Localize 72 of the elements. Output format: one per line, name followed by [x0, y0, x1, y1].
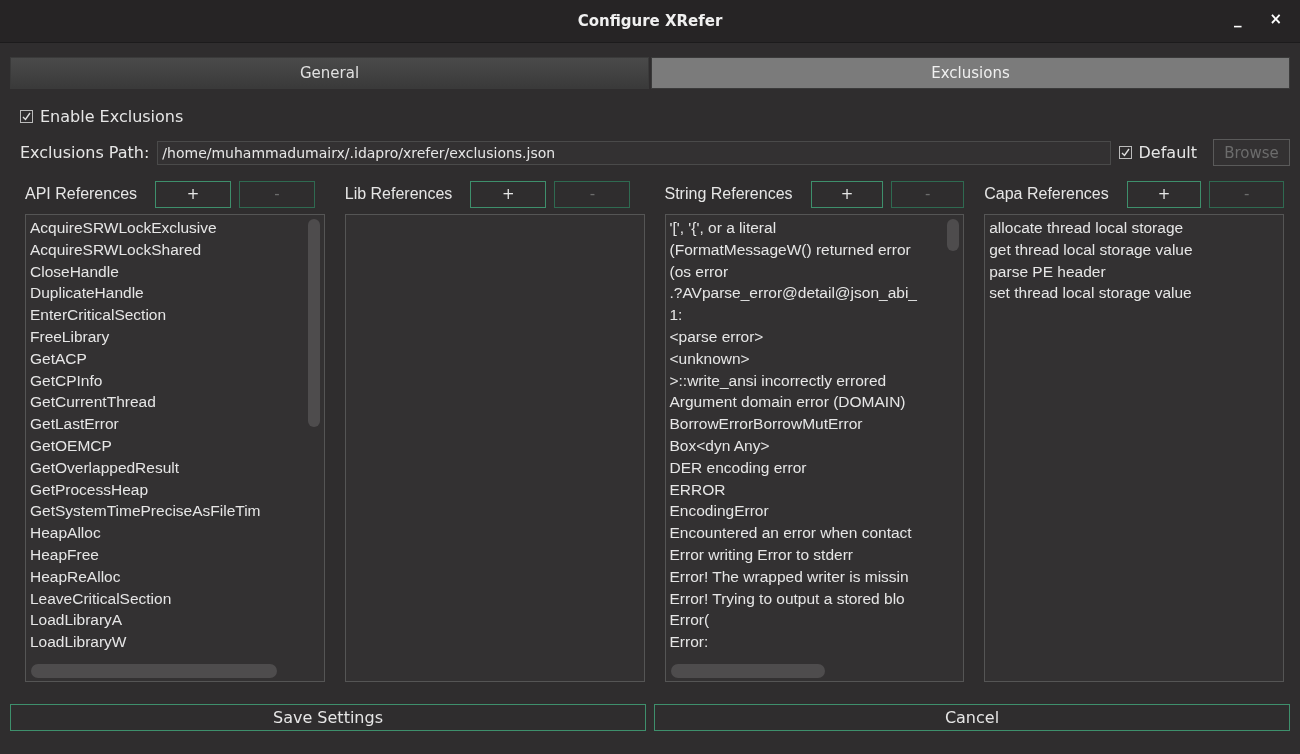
list-item[interactable]: '[', '{', or a literal: [669, 217, 777, 239]
list-item[interactable]: LeaveCriticalSection: [30, 587, 172, 610]
list-item[interactable]: Argument domain error (DOMAIN): [669, 391, 906, 414]
list-item[interactable]: GetACP: [30, 347, 87, 370]
tab[interactable]: Exclusions: [651, 57, 1290, 89]
field-label: Exclusions Path:: [20, 143, 150, 162]
close-button[interactable]: ×: [1265, 10, 1286, 28]
list-item[interactable]: EncodingError: [669, 500, 769, 523]
path-field[interactable]: /home/muhammadumairx/.idapro/xrefer/exclusions.json: [157, 140, 1111, 165]
list-item[interactable]: >::write_ansi incorrectly errored: [669, 369, 887, 392]
list-item[interactable]: AcquireSRWLockExclusive: [30, 217, 217, 239]
list-item[interactable]: HeapFree: [30, 543, 99, 566]
list-item[interactable]: GetLastError: [30, 413, 119, 435]
list-item[interactable]: Box<dyn Any>: [669, 434, 770, 457]
checkbox-label: Default: [1138, 143, 1197, 162]
list-item[interactable]: GetCurrentThread: [30, 391, 156, 414]
list-item[interactable]: GetProcessHeap: [30, 478, 149, 501]
list-item[interactable]: LoadLibraryA: [30, 609, 123, 632]
scrollbar-thumb[interactable]: [670, 664, 825, 678]
add-button[interactable]: +: [470, 180, 547, 208]
list-item[interactable]: set thread local storage value: [989, 282, 1192, 305]
list-item[interactable]: Error! The wrapped writer is missin: [669, 565, 909, 588]
checkbox[interactable]: [1118, 146, 1132, 159]
list-item[interactable]: get thread local storage value: [989, 238, 1193, 261]
list-item[interactable]: Error:: [669, 631, 709, 653]
list-box[interactable]: [664, 214, 965, 682]
list-item[interactable]: AcquireSRWLockShared: [30, 238, 202, 261]
list-item[interactable]: Error! Trying to output a stored blo: [669, 587, 905, 610]
list-item[interactable]: <parse error>: [669, 326, 764, 348]
list-item[interactable]: BorrowErrorBorrowMutError: [669, 413, 863, 435]
list-item[interactable]: GetOverlappedResult: [30, 456, 180, 479]
add-button[interactable]: +: [155, 180, 232, 208]
panel-title: Lib References: [344, 185, 453, 203]
minimize-button[interactable]: _: [1229, 10, 1246, 28]
checkbox-label: Enable Exclusions: [40, 107, 184, 126]
list-item[interactable]: ERROR: [669, 478, 726, 501]
list-box[interactable]: allocate thread local storage get thread local storage value parse PE header set thread local storage value: [984, 214, 1284, 682]
list-item[interactable]: LoadLibraryW: [30, 631, 127, 653]
panel-title: Capa References: [984, 185, 1109, 203]
list-item[interactable]: GetOEMCP: [30, 434, 112, 457]
list-item[interactable]: DER encoding error: [669, 456, 807, 479]
list-item[interactable]: Error writing Error to stderr: [669, 543, 853, 566]
list-item[interactable]: Encountered an error when contact: [669, 522, 912, 544]
list-item[interactable]: (os error: [669, 260, 729, 283]
window-title: Configure XRefer: [577, 12, 723, 30]
save-button[interactable]: Save Settings: [10, 704, 646, 731]
list-box[interactable]: [25, 214, 325, 682]
list-item[interactable]: CloseHandle: [30, 260, 119, 283]
list-item[interactable]: HeapReAlloc: [30, 565, 121, 588]
scrollbar-thumb[interactable]: [947, 219, 960, 251]
list-item[interactable]: DuplicateHandle: [30, 282, 144, 305]
list-item[interactable]: parse PE header: [989, 260, 1106, 283]
list-item[interactable]: FreeLibrary: [30, 326, 110, 348]
add-button[interactable]: +: [1126, 180, 1202, 208]
list-item[interactable]: allocate thread local storage: [989, 217, 1184, 239]
scrollbar-thumb[interactable]: [31, 664, 277, 678]
checkbox[interactable]: [20, 110, 33, 123]
list-item[interactable]: .?AVparse_error@detail@json_abi_: [669, 282, 917, 305]
list-item[interactable]: 1:: [669, 304, 683, 326]
list-item[interactable]: Error(: [669, 609, 710, 632]
list-item[interactable]: <unknown>: [669, 347, 750, 370]
list-item[interactable]: HeapAlloc: [30, 522, 101, 544]
scrollbar-thumb[interactable]: [307, 219, 320, 427]
panel-title: API References: [25, 185, 138, 203]
list-item[interactable]: GetSystemTimePreciseAsFileTim: [30, 500, 261, 523]
cancel-button[interactable]: Cancel: [654, 704, 1290, 731]
add-button[interactable]: +: [810, 180, 884, 208]
list-item[interactable]: EnterCriticalSection: [30, 304, 167, 326]
list-item[interactable]: (FormatMessageW() returned error: [669, 238, 911, 261]
panel-title: String References: [664, 185, 793, 203]
tab[interactable]: General: [10, 57, 649, 89]
list-item[interactable]: GetCPInfo: [30, 369, 103, 392]
